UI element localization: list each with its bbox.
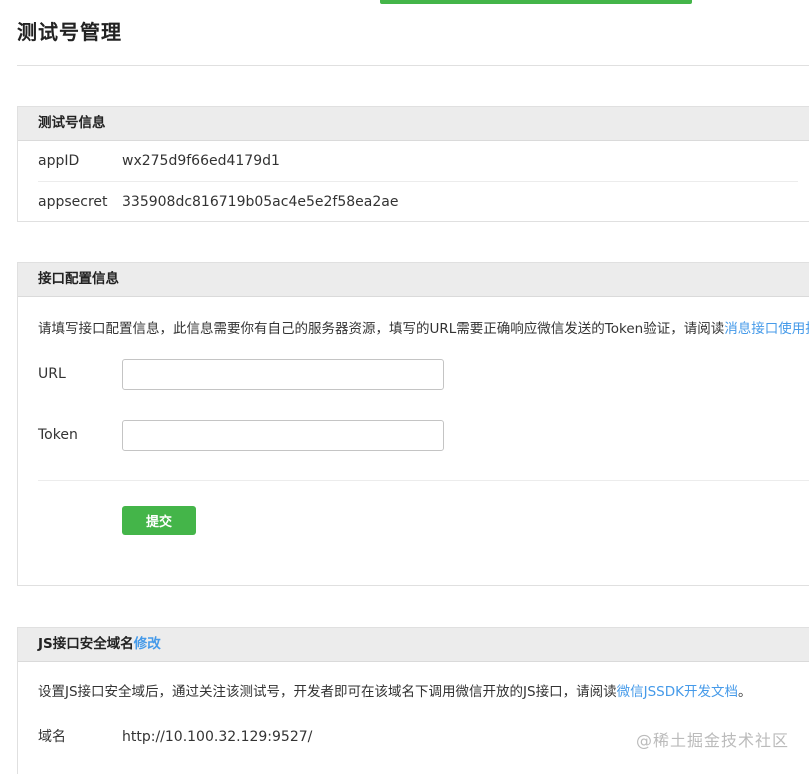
- appsecret-value: 335908dc816719b05ac4e5e2f58ea2ae: [122, 194, 399, 210]
- interface-config-description: 请填写接口配置信息，此信息需要你有自己的服务器资源，填写的URL需要正确响应微信…: [18, 319, 809, 339]
- js-domain-panel: JS接口安全域名修改 设置JS接口安全域后，通过关注该测试号，开发者即可在该域名…: [17, 627, 809, 774]
- js-domain-heading-text: JS接口安全域名: [38, 636, 134, 652]
- token-input[interactable]: [122, 420, 444, 451]
- form-divider: [38, 480, 809, 481]
- top-progress-bar: [380, 0, 692, 4]
- url-label: URL: [38, 366, 66, 382]
- js-domain-description-end: 。: [737, 684, 752, 700]
- message-api-guide-link[interactable]: 消息接口使用指南: [724, 321, 809, 337]
- submit-button[interactable]: 提交: [122, 506, 196, 535]
- test-account-panel: 测试号信息 appID wx275d9f66ed4179d1 appsecret…: [17, 106, 809, 222]
- appid-label: appID: [38, 153, 80, 169]
- token-row: Token: [38, 420, 809, 453]
- domain-label: 域名: [38, 729, 66, 745]
- title-divider: [17, 65, 809, 66]
- js-domain-description-text: 设置JS接口安全域后，通过关注该测试号，开发者即可在该域名下调用微信开放的JS接…: [38, 684, 617, 700]
- url-input[interactable]: [122, 359, 444, 390]
- js-domain-description: 设置JS接口安全域后，通过关注该测试号，开发者即可在该域名下调用微信开放的JS接…: [18, 682, 809, 702]
- domain-value: http://10.100.32.129:9527/: [122, 729, 313, 745]
- test-account-heading: 测试号信息: [18, 107, 809, 141]
- watermark: @稀土掘金技术社区: [635, 731, 789, 750]
- interface-config-description-text: 请填写接口配置信息，此信息需要你有自己的服务器资源，填写的URL需要正确响应微信…: [38, 321, 725, 337]
- appid-value: wx275d9f66ed4179d1: [122, 153, 280, 169]
- jssdk-doc-link[interactable]: 微信JSSDK开发文档: [617, 684, 738, 700]
- appsecret-label: appsecret: [38, 194, 108, 210]
- appid-row: appID wx275d9f66ed4179d1: [38, 141, 798, 181]
- interface-config-panel: 接口配置信息 请填写接口配置信息，此信息需要你有自己的服务器资源，填写的URL需…: [17, 262, 809, 586]
- js-domain-heading: JS接口安全域名修改: [18, 628, 809, 662]
- interface-config-heading: 接口配置信息: [18, 263, 809, 297]
- js-domain-edit-link[interactable]: 修改: [134, 636, 161, 652]
- appsecret-row: appsecret 335908dc816719b05ac4e5e2f58ea2…: [38, 181, 798, 222]
- page-title: 测试号管理: [17, 20, 122, 44]
- token-label: Token: [38, 427, 78, 443]
- url-row: URL: [38, 359, 809, 392]
